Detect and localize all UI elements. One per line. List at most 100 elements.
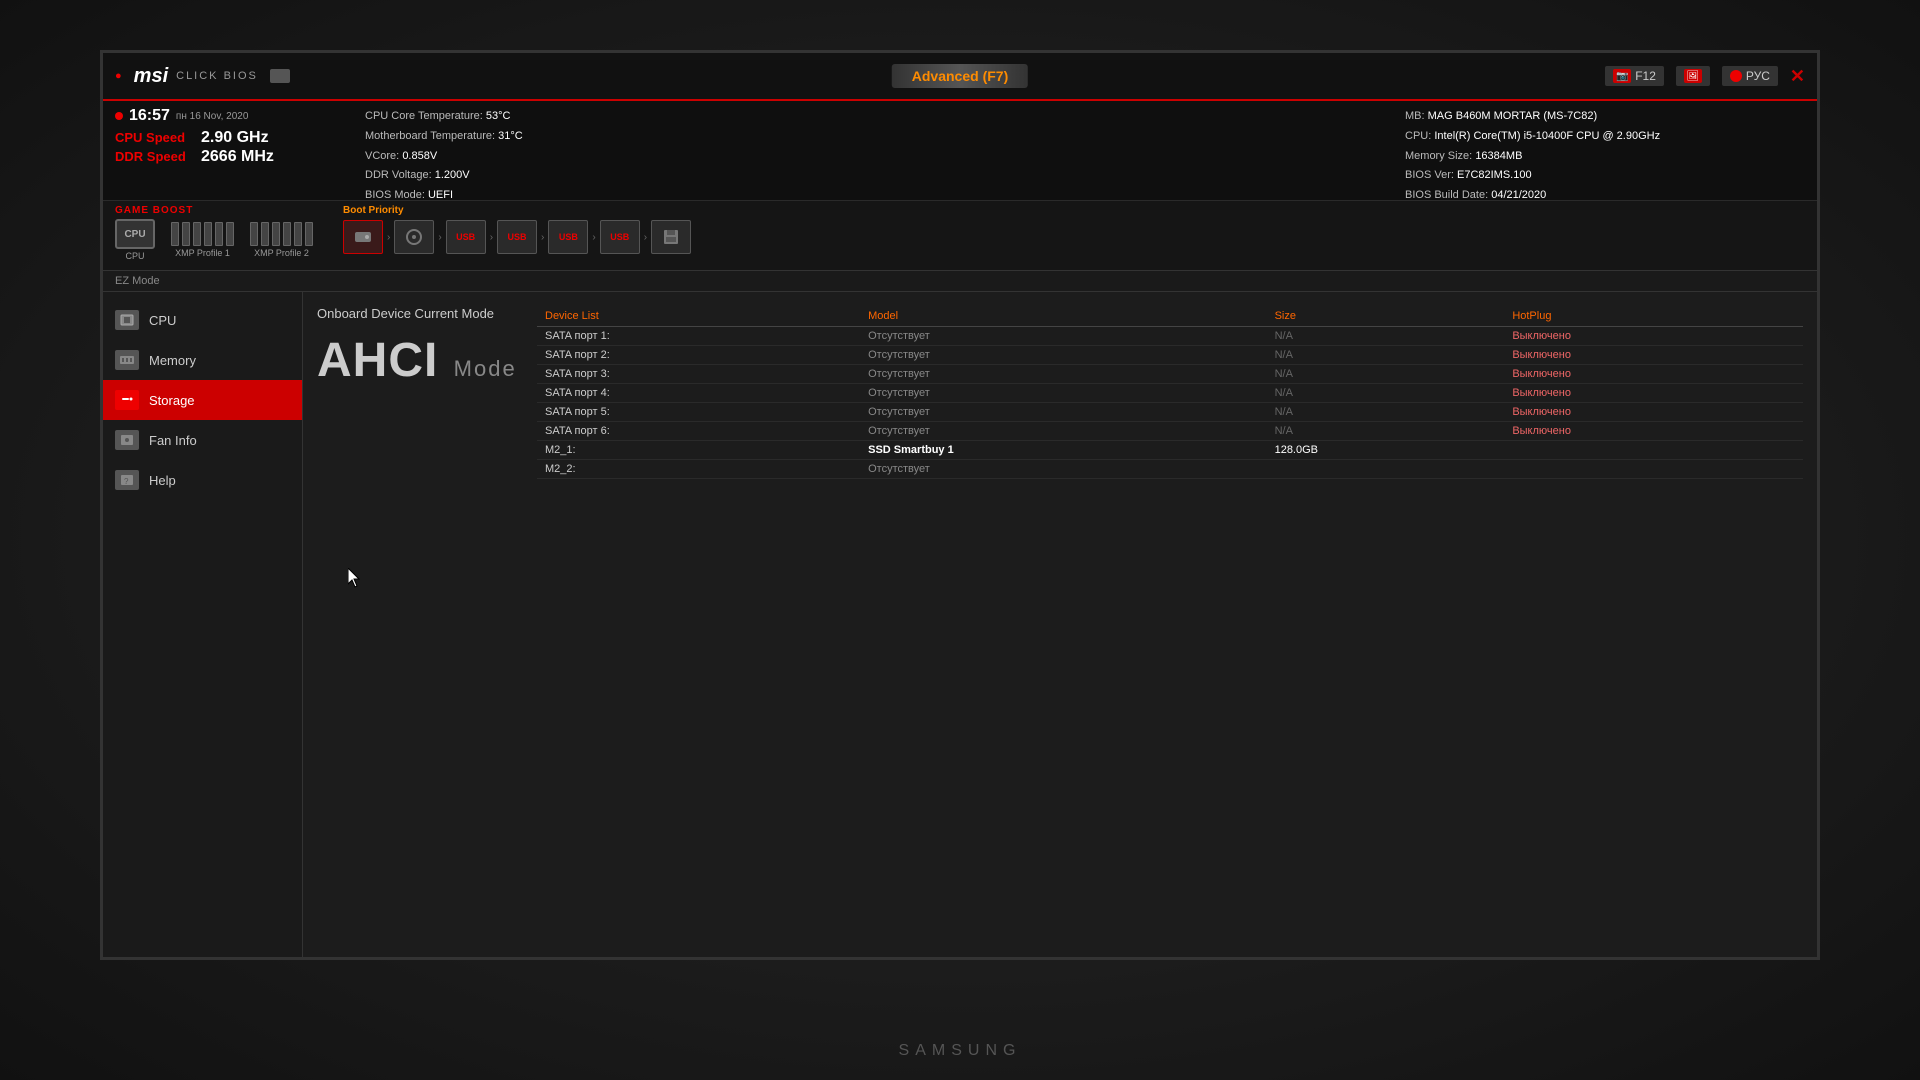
- boot-device-usb1[interactable]: USB: [446, 220, 486, 254]
- table-row: M2_2: Отсутствует: [537, 460, 1803, 479]
- device-table: Device List Model Size HotPlug SATA порт…: [537, 306, 1803, 479]
- port-cell: SATA порт 2:: [537, 346, 860, 365]
- hotplug-cell: [1504, 441, 1803, 460]
- hdd-icon: [353, 227, 373, 247]
- table-row: SATA порт 1: Отсутствует N/A Выключено: [537, 327, 1803, 346]
- cpu-temp-value: 53°C: [486, 110, 511, 122]
- table-row: SATA порт 3: Отсутствует N/A Выключено: [537, 365, 1803, 384]
- fan-sidebar-icon: [115, 430, 139, 450]
- table-row: SATA порт 6: Отсутствует N/A Выключено: [537, 422, 1803, 441]
- sidebar-item-help[interactable]: ? Help: [103, 460, 302, 500]
- model-cell: Отсутствует: [860, 403, 1266, 422]
- close-button[interactable]: ✕: [1790, 66, 1805, 87]
- memory-size-row: Memory Size: 16384MB: [1405, 147, 1805, 167]
- boot-device-fd[interactable]: [651, 220, 691, 254]
- cpu-speed-label: CPU Speed: [115, 130, 195, 145]
- boost-cpu-option[interactable]: CPU CPU: [115, 219, 155, 261]
- mb-row: MB: MAG B460M MORTAR (MS-7C82): [1405, 107, 1805, 127]
- ddr-voltage-row: DDR Voltage: 1.200V: [365, 166, 1385, 186]
- sidebar-item-storage[interactable]: Storage: [103, 380, 302, 420]
- table-row: SATA порт 2: Отсутствует N/A Выключено: [537, 346, 1803, 365]
- ddr-speed-value: 2666 MHz: [201, 148, 274, 166]
- status-dot: [115, 112, 123, 120]
- ahci-mode-text: AHCI Mode: [317, 333, 517, 388]
- f12-button[interactable]: 📷 F12: [1605, 66, 1664, 86]
- help-sidebar-icon: ?: [115, 470, 139, 490]
- ahci-label: AHCI: [317, 334, 438, 387]
- sidebar-item-cpu[interactable]: CPU: [103, 300, 302, 340]
- right-info-block: MB: MAG B460M MORTAR (MS-7C82) CPU: Inte…: [1405, 107, 1805, 194]
- mode-suffix: Mode: [454, 356, 517, 381]
- language-button[interactable]: РУС: [1722, 66, 1778, 86]
- size-cell: [1267, 460, 1505, 479]
- mb-temp-row: Motherboard Temperature: 31°C: [365, 127, 1385, 147]
- storage-sidebar-icon: [115, 390, 139, 410]
- content-area: Onboard Device Current Mode AHCI Mode De…: [303, 292, 1817, 960]
- boot-device-usb2[interactable]: USB: [497, 220, 537, 254]
- monitor-screen: ● msi CLICK BIOS Advanced (F7) 📷 F12 🖼: [100, 50, 1820, 960]
- sidebar-item-fan-info[interactable]: Fan Info: [103, 420, 302, 460]
- vcore-value: 0.858V: [402, 150, 437, 162]
- screenshot-button[interactable]: 🖼: [1676, 66, 1710, 86]
- memory-size-value: 16384MB: [1475, 150, 1522, 162]
- boot-device-usb4[interactable]: USB: [600, 220, 640, 254]
- bios-container: ● msi CLICK BIOS Advanced (F7) 📷 F12 🖼: [103, 53, 1817, 957]
- fan-info-sidebar-label: Fan Info: [149, 433, 197, 448]
- game-boost-boot-row: GAME BOOST CPU CPU: [103, 201, 1817, 271]
- device-table-container: Device List Model Size HotPlug SATA порт…: [537, 306, 1803, 479]
- port-cell: SATA порт 5:: [537, 403, 860, 422]
- lang-dot: [1730, 70, 1742, 82]
- ddr-voltage-value: 1.200V: [435, 169, 470, 181]
- boost-xmp2-option[interactable]: XMP Profile 2: [250, 222, 313, 258]
- size-cell: 128.0GB: [1267, 441, 1505, 460]
- cpu-speed-value: 2.90 GHz: [201, 129, 269, 147]
- boot-device-cd[interactable]: [394, 220, 434, 254]
- left-info-block: 16:57 пн 16 Nov, 2020 CPU Speed 2.90 GHz…: [115, 107, 345, 194]
- date-display: пн 16 Nov, 2020: [176, 111, 248, 122]
- advanced-mode-label[interactable]: Advanced (F7): [892, 64, 1028, 88]
- size-cell: N/A: [1267, 384, 1505, 403]
- model-cell: Отсутствует: [860, 327, 1266, 346]
- speed-block: CPU Speed 2.90 GHz DDR Speed 2666 MHz: [115, 129, 345, 166]
- game-boost-block: GAME BOOST CPU CPU: [115, 205, 313, 266]
- mode-display: Onboard Device Current Mode AHCI Mode: [317, 306, 517, 479]
- size-cell: N/A: [1267, 403, 1505, 422]
- time-display: 16:57: [129, 107, 170, 125]
- screenshot-icon: 📷: [1613, 69, 1631, 83]
- bios-icon: [270, 69, 290, 83]
- ddr-speed-label: DDR Speed: [115, 149, 195, 164]
- sidebar-item-memory[interactable]: Memory: [103, 340, 302, 380]
- samsung-label: SAMSUNG: [899, 1042, 1022, 1060]
- cpu-temp-row: CPU Core Temperature: 53°C: [365, 107, 1385, 127]
- boost-cpu-label: CPU: [125, 251, 144, 261]
- cpu-model-row: CPU: Intel(R) Core(TM) i5-10400F CPU @ 2…: [1405, 127, 1805, 147]
- sidebar: CPU Memory: [103, 292, 303, 960]
- table-row: M2_1: SSD Smartbuy 1 128.0GB: [537, 441, 1803, 460]
- bios-ver-value: E7C82IMS.100: [1457, 169, 1532, 181]
- boot-device-hdd[interactable]: [343, 220, 383, 254]
- model-cell: SSD Smartbuy 1: [860, 441, 1266, 460]
- header-right: 📷 F12 🖼 РУС ✕: [1605, 66, 1805, 87]
- model-cell: Отсутствует: [860, 384, 1266, 403]
- port-cell: M2_2:: [537, 460, 860, 479]
- content-layout: Onboard Device Current Mode AHCI Mode De…: [317, 306, 1803, 479]
- cpu-sidebar-label: CPU: [149, 313, 176, 328]
- size-cell: N/A: [1267, 327, 1505, 346]
- port-cell: SATA порт 4:: [537, 384, 860, 403]
- img-icon: 🖼: [1684, 69, 1702, 83]
- cpu-sidebar-icon: [115, 310, 139, 330]
- mb-temp-value: 31°C: [498, 130, 523, 142]
- mb-value: MAG B460M MORTAR (MS-7C82): [1428, 110, 1598, 122]
- table-row: SATA порт 5: Отсутствует N/A Выключено: [537, 403, 1803, 422]
- cpu-chip-icon: CPU: [115, 219, 155, 249]
- port-cell: SATA порт 6:: [537, 422, 860, 441]
- boot-priority-title: Boot Priority: [343, 205, 1805, 216]
- col-model: Model: [860, 306, 1266, 327]
- hotplug-cell: Выключено: [1504, 403, 1803, 422]
- boost-xmp1-option[interactable]: XMP Profile 1: [171, 222, 234, 258]
- system-info-bar: 16:57 пн 16 Nov, 2020 CPU Speed 2.90 GHz…: [103, 101, 1817, 201]
- boot-devices: › › USB › USB: [343, 220, 1805, 254]
- svg-text:?: ?: [124, 477, 129, 486]
- table-row: SATA порт 4: Отсутствует N/A Выключено: [537, 384, 1803, 403]
- boot-device-usb3[interactable]: USB: [548, 220, 588, 254]
